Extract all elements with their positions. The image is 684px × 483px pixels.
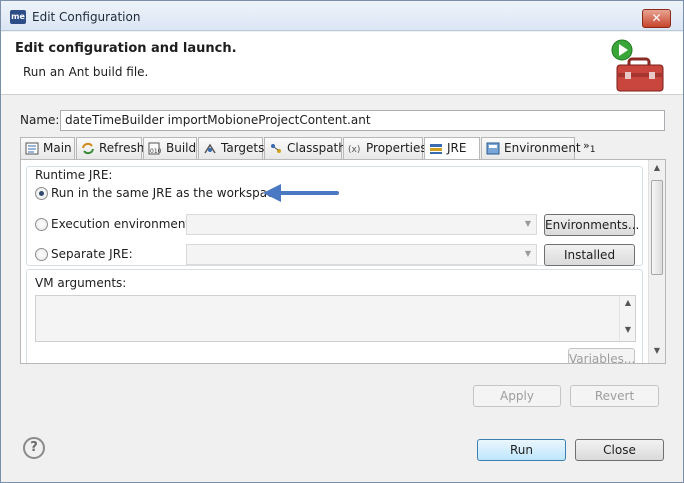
installed-jres-button[interactable]: Installed JREs... bbox=[544, 244, 635, 282]
tab-bar: Main Refresh 010 Build Targets Classpath… bbox=[20, 137, 665, 160]
separate-jre-combo: ▼ bbox=[186, 244, 537, 265]
tab-overflow-glyph: » bbox=[583, 139, 590, 152]
vm-arguments-title: VM arguments: bbox=[35, 276, 127, 290]
variables-button[interactable]: Variables... bbox=[568, 348, 635, 363]
panel-scrollbar[interactable]: ▲ ▼ bbox=[648, 160, 665, 363]
name-label: Name: bbox=[20, 113, 60, 127]
revert-button[interactable]: Revert bbox=[570, 385, 659, 407]
tab-build-label: Build bbox=[166, 141, 197, 155]
scroll-down-icon[interactable]: ▼ bbox=[649, 346, 665, 360]
dialog-banner: Edit configuration and launch. Run an An… bbox=[1, 32, 683, 95]
tab-classpath[interactable]: Classpath bbox=[264, 137, 346, 159]
close-window-button[interactable]: ✕ bbox=[642, 9, 671, 28]
runtime-jre-title: Runtime JRE: bbox=[35, 168, 113, 182]
tab-main-label: Main bbox=[43, 141, 72, 155]
vm-arguments-group: VM arguments: ▲ ▼ Variables... bbox=[26, 269, 643, 363]
banner-title: Edit configuration and launch. bbox=[15, 41, 237, 56]
tab-build[interactable]: 010 Build bbox=[143, 137, 197, 159]
separate-jre-label[interactable]: Separate JRE: bbox=[51, 247, 133, 261]
scrollbar-thumb[interactable] bbox=[651, 180, 663, 275]
properties-icon: (x) bbox=[348, 145, 360, 155]
tab-overflow-chevron[interactable]: »1 bbox=[583, 137, 596, 159]
runtime-jre-group: Runtime JRE: Run in the same JRE as the … bbox=[26, 166, 643, 282]
classpath-icon bbox=[271, 144, 281, 153]
scroll-down-icon[interactable]: ▼ bbox=[620, 325, 636, 339]
window-title: Edit Configuration bbox=[32, 10, 141, 24]
name-input[interactable]: dateTimeBuilder importMobioneProjectCont… bbox=[60, 110, 665, 131]
scroll-up-icon[interactable]: ▲ bbox=[649, 163, 665, 177]
edit-configuration-dialog: me Edit Configuration ✕ Edit configurati… bbox=[0, 0, 684, 483]
jre-tab-panel: Runtime JRE: Run in the same JRE as the … bbox=[20, 159, 666, 364]
arrow-annotation-icon bbox=[263, 184, 339, 202]
run-toolbox-icon bbox=[611, 39, 664, 92]
tab-refresh[interactable]: Refresh bbox=[76, 137, 145, 159]
execution-environment-radio[interactable] bbox=[35, 218, 48, 231]
jre-icon bbox=[430, 144, 442, 154]
build-icon: 010 bbox=[148, 142, 162, 155]
app-icon: me bbox=[10, 10, 26, 24]
vm-arguments-textarea[interactable]: ▲ ▼ bbox=[35, 295, 636, 342]
apply-button[interactable]: Apply bbox=[473, 385, 561, 407]
tab-jre-label: JRE bbox=[447, 141, 467, 155]
tab-environment-label: Environment bbox=[504, 141, 581, 155]
banner-subtitle: Run an Ant build file. bbox=[23, 65, 149, 79]
targets-icon bbox=[204, 143, 216, 154]
same-jre-label[interactable]: Run in the same JRE as the workspace bbox=[51, 186, 281, 200]
tab-environment[interactable]: Environment bbox=[481, 137, 581, 159]
tab-jre[interactable]: JRE bbox=[424, 137, 480, 160]
refresh-icon bbox=[82, 142, 94, 155]
tab-properties-label: Properties bbox=[366, 141, 427, 155]
tab-overflow-count: 1 bbox=[589, 144, 596, 156]
environment-icon bbox=[486, 142, 500, 155]
help-icon[interactable]: ? bbox=[23, 437, 45, 459]
tab-targets-label: Targets bbox=[221, 141, 265, 155]
tab-properties[interactable]: (x) Properties bbox=[343, 137, 427, 159]
tab-classpath-label: Classpath bbox=[287, 141, 346, 155]
title-bar[interactable]: me Edit Configuration ✕ bbox=[1, 1, 683, 31]
execution-environment-label[interactable]: Execution environment: bbox=[51, 217, 194, 231]
tab-main[interactable]: Main bbox=[20, 137, 75, 159]
run-button[interactable]: Run bbox=[477, 439, 566, 461]
environments-button[interactable]: Environments... bbox=[544, 214, 639, 236]
svg-text:010: 010 bbox=[150, 148, 162, 155]
chevron-down-icon: ▼ bbox=[524, 219, 531, 228]
execution-environment-combo: ▼ bbox=[186, 214, 537, 235]
close-button[interactable]: Close bbox=[575, 439, 664, 461]
tab-refresh-label: Refresh bbox=[99, 141, 145, 155]
tab-targets[interactable]: Targets bbox=[198, 137, 265, 159]
chevron-down-icon: ▼ bbox=[524, 249, 531, 258]
separate-jre-radio[interactable] bbox=[35, 248, 48, 261]
vm-arguments-scrollbar[interactable]: ▲ ▼ bbox=[619, 296, 635, 341]
same-jre-radio[interactable] bbox=[35, 187, 48, 200]
main-icon bbox=[25, 142, 39, 155]
scroll-up-icon[interactable]: ▲ bbox=[620, 298, 636, 312]
svg-text:(x): (x) bbox=[348, 145, 360, 155]
